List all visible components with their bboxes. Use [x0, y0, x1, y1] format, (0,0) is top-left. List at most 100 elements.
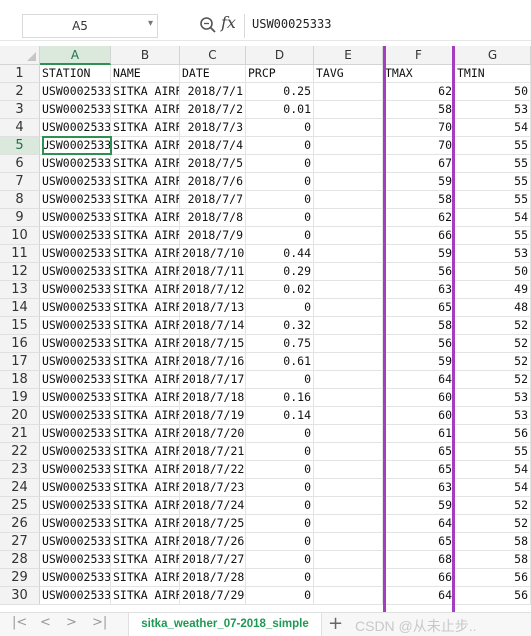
row-header[interactable]: 6	[0, 155, 40, 173]
column-header-e[interactable]: E	[314, 46, 383, 65]
cell-f[interactable]: 64	[383, 587, 455, 605]
cell-d[interactable]: 0	[246, 443, 314, 461]
column-header-a[interactable]: A	[40, 46, 111, 65]
cell-e[interactable]	[314, 227, 383, 245]
row-header[interactable]: 14	[0, 299, 40, 317]
cell-e[interactable]	[314, 209, 383, 227]
cell-f[interactable]: 58	[383, 317, 455, 335]
cell-c[interactable]: 2018/7/26	[180, 533, 246, 551]
cell-g[interactable]: 56	[455, 587, 531, 605]
cell-f[interactable]: 64	[383, 515, 455, 533]
cell-g[interactable]: 54	[455, 479, 531, 497]
cell-c[interactable]: 2018/7/18	[180, 389, 246, 407]
cell-e[interactable]	[314, 83, 383, 101]
cell-d[interactable]: 0	[246, 191, 314, 209]
row-header[interactable]: 24	[0, 479, 40, 497]
first-sheet-icon[interactable]: |<	[12, 615, 27, 630]
cell-d[interactable]: 0.14	[246, 407, 314, 425]
cell-d[interactable]: 0	[246, 497, 314, 515]
cell-b[interactable]: SITKA AIRF	[111, 443, 180, 461]
cell-g[interactable]: 48	[455, 299, 531, 317]
cell-c[interactable]: 2018/7/11	[180, 263, 246, 281]
cell-a[interactable]: USW0002533	[40, 137, 111, 155]
cell-f[interactable]: 61	[383, 425, 455, 443]
cell-d[interactable]: 0.02	[246, 281, 314, 299]
cell-c[interactable]: 2018/7/9	[180, 227, 246, 245]
row-header[interactable]: 21	[0, 425, 40, 443]
cell-d[interactable]: 0	[246, 209, 314, 227]
cell-d[interactable]: 0	[246, 479, 314, 497]
cell-d[interactable]: 0	[246, 425, 314, 443]
chevron-down-icon[interactable]: ▾	[148, 18, 153, 29]
cell-e[interactable]	[314, 533, 383, 551]
cell-g[interactable]: 49	[455, 281, 531, 299]
cell-e[interactable]	[314, 425, 383, 443]
cell-a[interactable]: USW0002533	[40, 101, 111, 119]
cell-g[interactable]: 52	[455, 353, 531, 371]
cell-f[interactable]: 65	[383, 461, 455, 479]
cell-b[interactable]: SITKA AIRF	[111, 263, 180, 281]
cell-f[interactable]: TMAX	[383, 65, 455, 83]
row-header[interactable]: 20	[0, 407, 40, 425]
cell-a[interactable]: USW0002533	[40, 533, 111, 551]
cell-g[interactable]: 54	[455, 209, 531, 227]
cell-d[interactable]: 0.44	[246, 245, 314, 263]
cell-f[interactable]: 58	[383, 101, 455, 119]
cell-d[interactable]: 0	[246, 515, 314, 533]
cell-b[interactable]: SITKA AIRF	[111, 227, 180, 245]
cell-b[interactable]: SITKA AIRF	[111, 83, 180, 101]
cell-f[interactable]: 70	[383, 137, 455, 155]
cell-c[interactable]: 2018/7/8	[180, 209, 246, 227]
cell-g[interactable]: 50	[455, 83, 531, 101]
cell-e[interactable]	[314, 101, 383, 119]
add-sheet-button[interactable]: +	[328, 613, 343, 634]
cell-b[interactable]: SITKA AIRF	[111, 137, 180, 155]
cell-b[interactable]: SITKA AIRF	[111, 119, 180, 137]
cell-g[interactable]: 58	[455, 551, 531, 569]
cell-d[interactable]: 0	[246, 587, 314, 605]
cell-a[interactable]: USW0002533	[40, 155, 111, 173]
cell-f[interactable]: 63	[383, 281, 455, 299]
function-icon[interactable]: fx	[221, 13, 236, 32]
cell-c[interactable]: 2018/7/15	[180, 335, 246, 353]
cell-b[interactable]: SITKA AIRF	[111, 155, 180, 173]
cell-a[interactable]: USW0002533	[40, 353, 111, 371]
cell-g[interactable]: 50	[455, 263, 531, 281]
cell-e[interactable]	[314, 587, 383, 605]
row-header[interactable]: 25	[0, 497, 40, 515]
cell-b[interactable]: SITKA AIRF	[111, 245, 180, 263]
cell-a[interactable]: USW0002533	[40, 371, 111, 389]
cell-a[interactable]: USW0002533	[40, 407, 111, 425]
cell-c[interactable]: 2018/7/3	[180, 119, 246, 137]
cell-b[interactable]: SITKA AIRF	[111, 479, 180, 497]
cell-f[interactable]: 56	[383, 263, 455, 281]
cell-e[interactable]	[314, 155, 383, 173]
row-header[interactable]: 30	[0, 587, 40, 605]
row-header[interactable]: 17	[0, 353, 40, 371]
cell-a[interactable]: USW0002533	[40, 569, 111, 587]
cell-f[interactable]: 59	[383, 173, 455, 191]
cell-a[interactable]: STATION	[40, 65, 111, 83]
cell-c[interactable]: 2018/7/28	[180, 569, 246, 587]
cell-g[interactable]: 52	[455, 515, 531, 533]
name-box[interactable]: A5 ▾	[22, 14, 158, 38]
row-header[interactable]: 10	[0, 227, 40, 245]
cell-c[interactable]: 2018/7/12	[180, 281, 246, 299]
cell-f[interactable]: 63	[383, 479, 455, 497]
row-header[interactable]: 26	[0, 515, 40, 533]
cell-g[interactable]: 55	[455, 191, 531, 209]
cell-g[interactable]: 52	[455, 371, 531, 389]
cell-g[interactable]: 55	[455, 173, 531, 191]
formula-input[interactable]: USW00025333	[252, 17, 331, 31]
row-header[interactable]: 13	[0, 281, 40, 299]
cell-a[interactable]: USW0002533	[40, 461, 111, 479]
cell-a[interactable]: USW0002533	[40, 209, 111, 227]
cell-b[interactable]: SITKA AIRF	[111, 407, 180, 425]
cell-c[interactable]: 2018/7/2	[180, 101, 246, 119]
cell-g[interactable]: 53	[455, 389, 531, 407]
cell-b[interactable]: SITKA AIRF	[111, 335, 180, 353]
cell-a[interactable]: USW0002533	[40, 587, 111, 605]
cell-a[interactable]: USW0002533	[40, 173, 111, 191]
cell-a[interactable]: USW0002533	[40, 389, 111, 407]
cell-e[interactable]	[314, 569, 383, 587]
